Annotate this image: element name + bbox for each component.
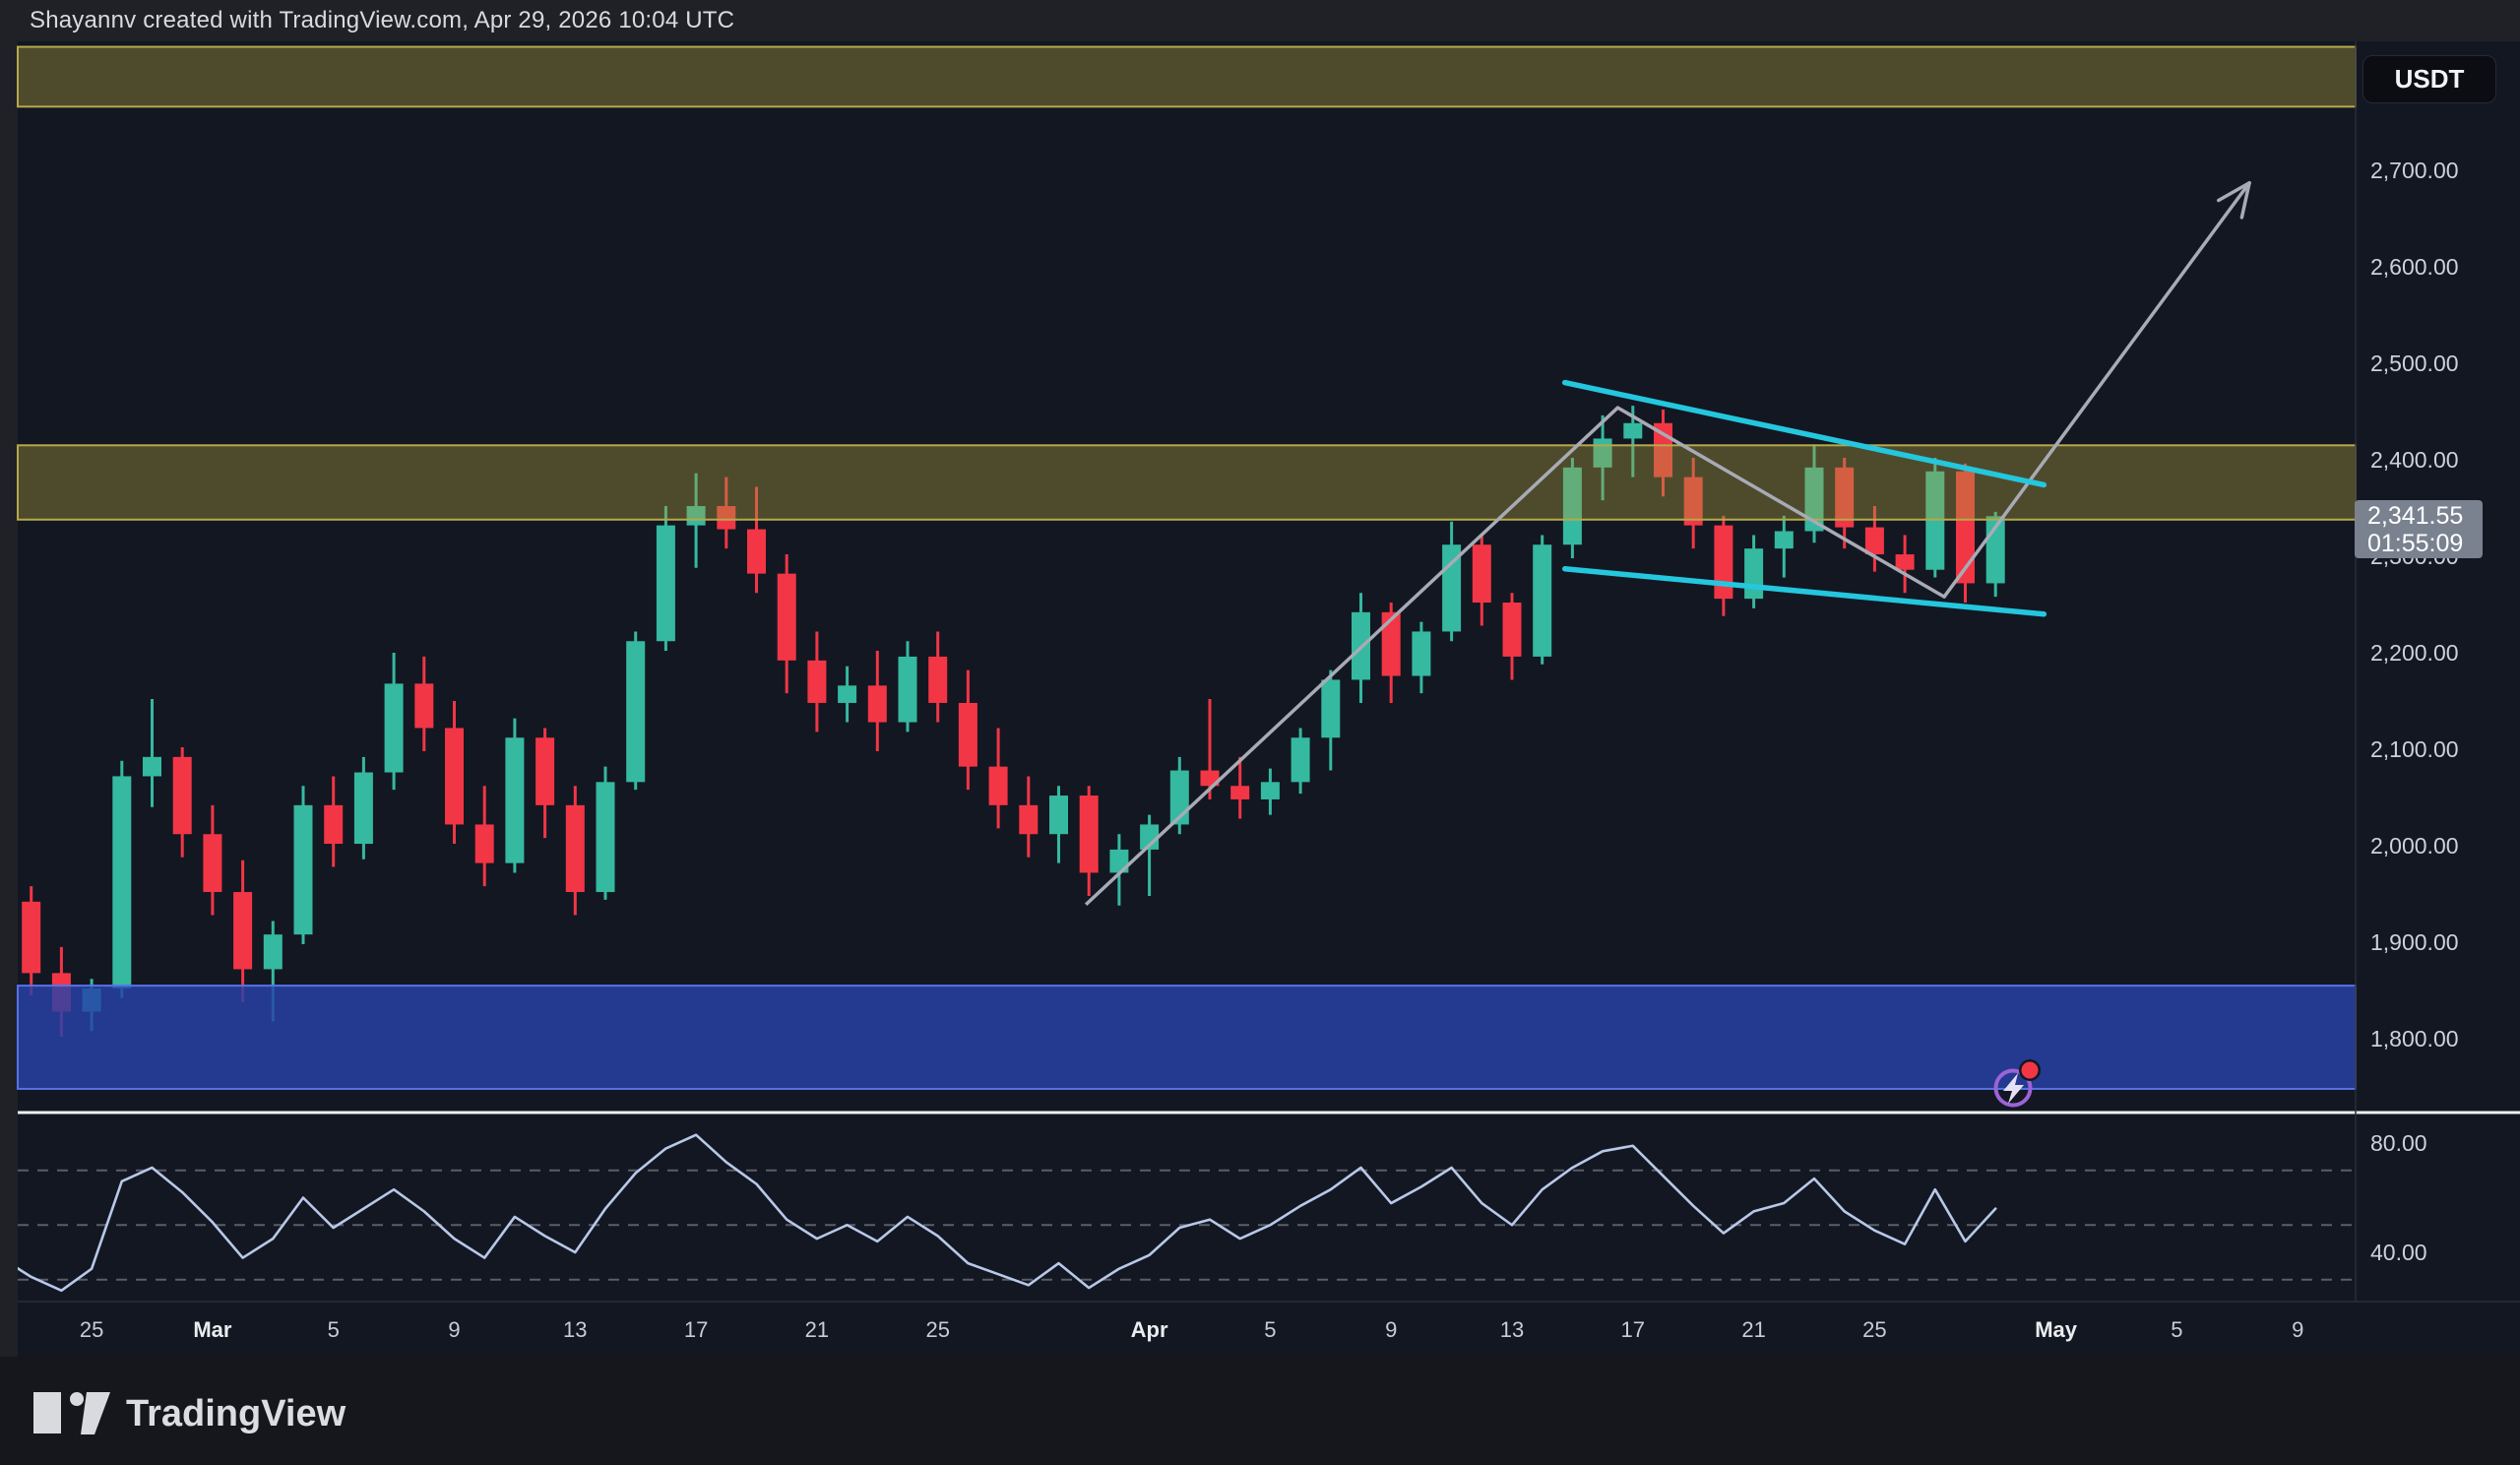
candle-body <box>1714 526 1732 599</box>
price-axis-label: 2,000.00 <box>2370 833 2459 859</box>
bar-countdown: 01:55:09 <box>2355 530 2483 557</box>
candle-body <box>475 824 494 862</box>
candle-body <box>445 728 464 824</box>
time-axis-label: 17 <box>1621 1317 1645 1342</box>
candle-body <box>747 530 766 574</box>
candle-body <box>1261 782 1280 799</box>
candle-body <box>959 703 977 767</box>
candle-body <box>173 757 192 834</box>
candle-body <box>143 757 161 777</box>
time-axis-label: 13 <box>1500 1317 1524 1342</box>
candle-body <box>928 657 947 703</box>
candle-body <box>414 683 433 728</box>
candle-body <box>1080 796 1099 872</box>
time-axis-label: 9 <box>448 1317 460 1342</box>
candle-body <box>1230 786 1249 799</box>
time-axis-label: 9 <box>1385 1317 1397 1342</box>
price-axis-label: 2,600.00 <box>2370 254 2459 280</box>
candle-body <box>1412 631 1430 675</box>
time-axis-label: May <box>2035 1317 2078 1342</box>
attribution-bar: Shayannv created with TradingView.com, A… <box>0 0 2520 41</box>
time-axis-label: 25 <box>1862 1317 1886 1342</box>
candle-body <box>1623 423 1642 439</box>
price-axis-label: 2,500.00 <box>2370 350 2459 376</box>
candle-body <box>1775 532 1794 549</box>
candle-body <box>868 685 887 722</box>
resistance-zone-rectangle[interactable] <box>18 445 2356 519</box>
candle-body <box>294 805 313 934</box>
price-axis-label: 2,100.00 <box>2370 736 2459 762</box>
time-axis-label: 17 <box>684 1317 708 1342</box>
candle-body <box>778 574 796 661</box>
price-axis-label: 1,800.00 <box>2370 1026 2459 1051</box>
candle-body <box>324 805 343 844</box>
candle-body <box>1049 796 1068 834</box>
candle-body <box>626 641 645 782</box>
currency-toggle-button[interactable]: USDT <box>2362 55 2496 103</box>
notification-dot <box>2022 1062 2039 1079</box>
time-axis-label: 5 <box>328 1317 340 1342</box>
time-axis-label: 25 <box>80 1317 103 1342</box>
footer-bar <box>0 1357 2520 1465</box>
price-axis-label: 2,200.00 <box>2370 640 2459 666</box>
upper-supply-zone-rectangle[interactable] <box>18 47 2356 107</box>
candle-body <box>1865 528 1884 554</box>
price-axis-label: 2,400.00 <box>2370 447 2459 473</box>
logo-glyph-dot <box>70 1392 84 1406</box>
price-axis-label: 1,900.00 <box>2370 929 2459 955</box>
time-axis-label: Mar <box>193 1317 232 1342</box>
time-axis-label: 5 <box>2171 1317 2182 1342</box>
time-axis-label: 21 <box>805 1317 829 1342</box>
logo-text: TradingView <box>126 1393 346 1434</box>
time-axis-label: 9 <box>2292 1317 2303 1342</box>
attribution-text: Shayannv created with TradingView.com, A… <box>30 7 734 34</box>
candle-body <box>657 526 675 642</box>
candle-body <box>1896 554 1915 570</box>
candle-body <box>22 902 40 974</box>
candle-body <box>807 661 826 703</box>
candle-body <box>264 934 283 969</box>
candle-body <box>354 773 373 845</box>
candle-body <box>203 834 221 892</box>
last-price-value: 2,341.55 <box>2355 502 2483 530</box>
chart-canvas[interactable]: 2,700.002,600.002,500.002,400.002,300.00… <box>0 0 2520 1465</box>
candle-body <box>112 776 131 988</box>
candle-body <box>1533 544 1551 657</box>
candle-body <box>1503 603 1522 657</box>
rsi-axis-label: 80.00 <box>2370 1130 2427 1156</box>
candle-body <box>899 657 917 723</box>
candle-body <box>1321 679 1340 737</box>
rsi-axis-label: 40.00 <box>2370 1240 2427 1265</box>
candle-body <box>989 767 1008 805</box>
last-price-badge: 2,341.55 01:55:09 <box>2355 500 2483 558</box>
candle-body <box>566 805 585 892</box>
candle-body <box>597 782 615 892</box>
candle-body <box>536 737 554 805</box>
time-axis-label: Apr <box>1131 1317 1168 1342</box>
price-axis-label: 2,700.00 <box>2370 158 2459 183</box>
candle-body <box>505 737 524 862</box>
candle-body <box>1019 805 1038 834</box>
candle-body <box>385 683 404 772</box>
candle-body <box>1744 548 1763 599</box>
candle-body <box>1292 737 1310 782</box>
time-axis-label: 5 <box>1264 1317 1276 1342</box>
time-axis-label: 13 <box>563 1317 587 1342</box>
candle-body <box>1473 544 1491 603</box>
candle-body <box>838 685 856 703</box>
candle-body <box>233 892 252 969</box>
time-axis-label: 25 <box>925 1317 949 1342</box>
logo-glyph-stem <box>47 1392 61 1433</box>
time-axis-label: 21 <box>1741 1317 1765 1342</box>
